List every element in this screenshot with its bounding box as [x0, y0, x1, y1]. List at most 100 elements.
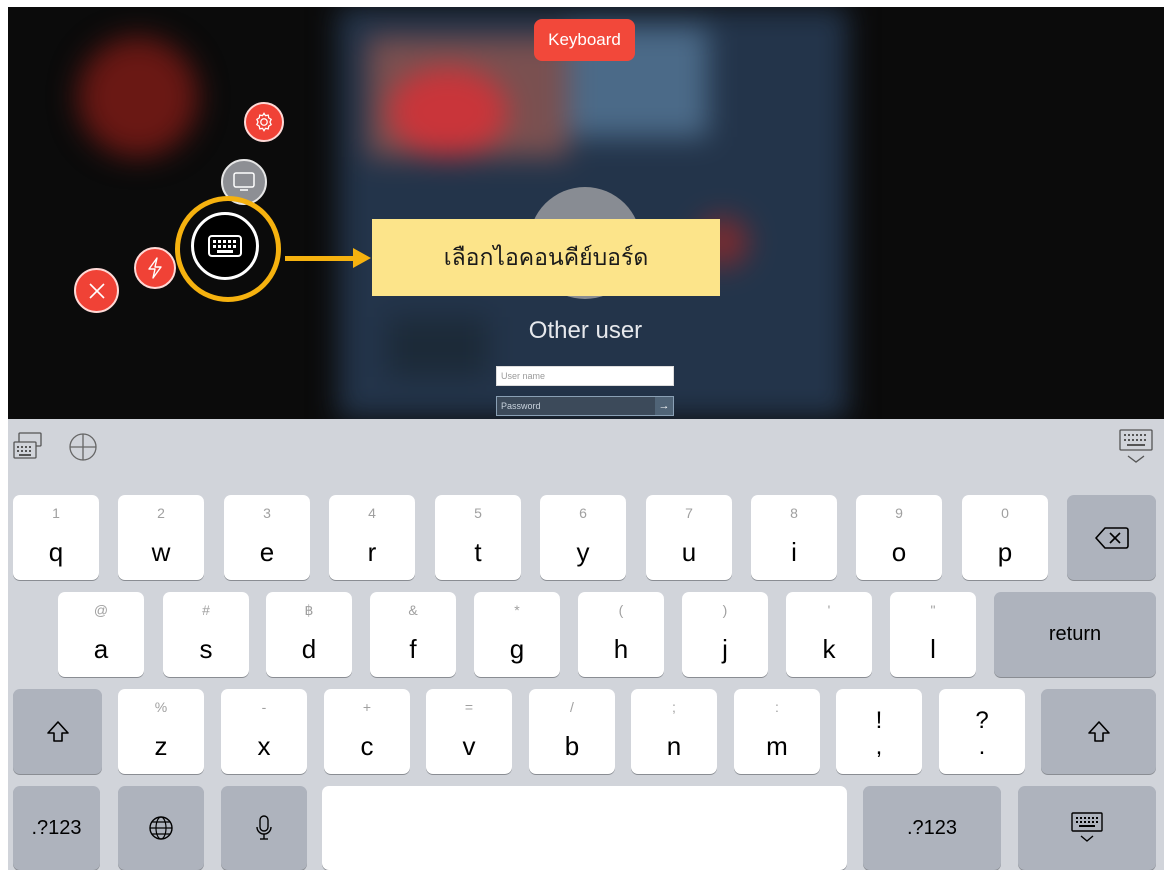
- key-l[interactable]: " l: [890, 592, 976, 677]
- numbers-key-right[interactable]: .?123: [863, 786, 1001, 870]
- key-hint: -: [261, 699, 267, 715]
- backspace-icon: [1067, 495, 1156, 580]
- close-icon: [88, 282, 105, 299]
- key-question-period[interactable]: ?.: [939, 689, 1025, 774]
- key-shift-char: ?: [975, 707, 989, 734]
- key-w[interactable]: 2w: [118, 495, 204, 580]
- key-hint: 6: [579, 505, 587, 521]
- key-hint: ฿: [304, 602, 314, 618]
- key-o[interactable]: 9o: [856, 495, 942, 580]
- key-hint: /: [570, 699, 574, 715]
- close-button[interactable]: [74, 268, 119, 313]
- key-hint: (: [618, 602, 624, 618]
- key-v[interactable]: = v: [426, 689, 512, 774]
- ipad-screen: Other user User name Password → Keyboard: [8, 7, 1164, 870]
- key-label: v: [462, 731, 476, 761]
- microphone-icon: [221, 786, 307, 870]
- submit-arrow-icon[interactable]: →: [655, 397, 673, 415]
- key-hint: :: [775, 699, 779, 715]
- key-z[interactable]: % z: [118, 689, 204, 774]
- key-b[interactable]: / b: [529, 689, 615, 774]
- key-hint: ;: [672, 699, 676, 715]
- key-label: z: [154, 731, 168, 761]
- key-hint: 4: [368, 505, 376, 521]
- keyboard-switch-icon[interactable]: [10, 430, 46, 462]
- settings-button[interactable]: [244, 102, 284, 142]
- numbers-key-left[interactable]: .?123: [13, 786, 100, 870]
- numbers-label: .?123: [906, 816, 958, 839]
- key-hint: 5: [474, 505, 482, 521]
- password-placeholder: Password: [501, 401, 541, 411]
- key-p[interactable]: 0p: [962, 495, 1048, 580]
- key-label: c: [360, 731, 374, 761]
- key-label: y: [576, 537, 590, 567]
- key-u[interactable]: 7u: [646, 495, 732, 580]
- key-j[interactable]: ) j: [682, 592, 768, 677]
- key-label: t: [474, 537, 482, 567]
- key-hint: 2: [157, 505, 165, 521]
- key-y[interactable]: 6y: [540, 495, 626, 580]
- dictation-key[interactable]: [221, 786, 307, 870]
- key-label: b: [564, 731, 580, 761]
- key-hint: =: [464, 699, 474, 715]
- key-t[interactable]: 5t: [435, 495, 521, 580]
- key-g[interactable]: * g: [474, 592, 560, 677]
- crosshair-icon[interactable]: [66, 432, 100, 462]
- key-k[interactable]: ' k: [786, 592, 872, 677]
- hide-keyboard-icon[interactable]: [1116, 427, 1156, 467]
- key-r[interactable]: 4r: [329, 495, 415, 580]
- login-user-name: Other user: [528, 317, 643, 344]
- flash-button[interactable]: [134, 247, 176, 289]
- key-i[interactable]: 8i: [751, 495, 837, 580]
- shift-right-key[interactable]: [1041, 689, 1156, 774]
- globe-icon: [118, 786, 204, 870]
- key-a[interactable]: @ a: [58, 592, 144, 677]
- key-n[interactable]: ; n: [631, 689, 717, 774]
- key-label: x: [257, 731, 271, 761]
- key-h[interactable]: (h: [578, 592, 664, 677]
- key-label: g: [509, 634, 525, 664]
- globe-key[interactable]: [118, 786, 204, 870]
- shift-icon: [13, 689, 102, 774]
- key-label: i: [791, 537, 797, 567]
- key-exclamation-comma[interactable]: !,: [836, 689, 922, 774]
- keyboard-dismiss-icon: [1018, 786, 1156, 870]
- return-key[interactable]: return: [994, 592, 1156, 677]
- key-label: o: [891, 537, 907, 567]
- key-label: w: [151, 537, 171, 567]
- key-f[interactable]: & f: [370, 592, 456, 677]
- key-hint: 0: [1001, 505, 1009, 521]
- key-label: r: [367, 537, 377, 567]
- key-m[interactable]: :m: [734, 689, 820, 774]
- password-field[interactable]: Password →: [496, 396, 674, 416]
- dismiss-keyboard-key[interactable]: [1018, 786, 1156, 870]
- key-c[interactable]: + c: [324, 689, 410, 774]
- key-label: j: [722, 634, 728, 664]
- key-q[interactable]: 1q: [13, 495, 99, 580]
- key-label: m: [766, 731, 788, 761]
- space-key[interactable]: [322, 786, 847, 870]
- key-label: p: [997, 537, 1013, 567]
- key-hint: ): [722, 602, 728, 618]
- key-hint: ': [827, 602, 831, 618]
- key-label: a: [93, 634, 109, 664]
- key-shift-char: !: [875, 707, 883, 734]
- keyboard-toggle-button[interactable]: [191, 212, 259, 280]
- keyboard-pill-label[interactable]: Keyboard: [534, 19, 635, 61]
- key-s[interactable]: # s: [163, 592, 249, 677]
- lightning-icon: [148, 257, 162, 279]
- key-label: e: [259, 537, 275, 567]
- key-e[interactable]: 3e: [224, 495, 310, 580]
- key-hint: &: [408, 602, 418, 618]
- key-label: k: [822, 634, 836, 664]
- key-hint: *: [514, 602, 520, 618]
- shift-left-key[interactable]: [13, 689, 102, 774]
- remote-desktop-view[interactable]: Other user User name Password → Keyboard: [8, 7, 1164, 419]
- username-field[interactable]: User name: [496, 366, 674, 386]
- backspace-key[interactable]: [1067, 495, 1156, 580]
- key-label: d: [301, 634, 317, 664]
- key-x[interactable]: -x: [221, 689, 307, 774]
- key-label: s: [199, 634, 213, 664]
- key-d[interactable]: ฿ d: [266, 592, 352, 677]
- shift-icon: [1041, 689, 1156, 774]
